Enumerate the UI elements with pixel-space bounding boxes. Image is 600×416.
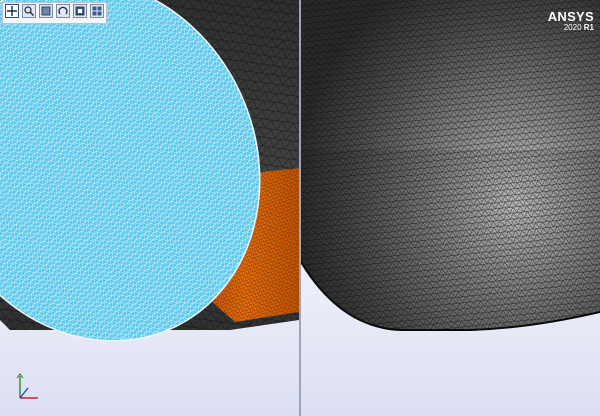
release-year: 2020	[563, 23, 582, 32]
right-graphics-viewport[interactable]: ANSYS 2020 R1	[301, 0, 600, 416]
right-mesh-scene[interactable]	[301, 0, 600, 416]
zoom-box-button[interactable]	[22, 4, 36, 18]
multi-view-button[interactable]	[90, 4, 104, 18]
pan-view-button[interactable]	[39, 4, 53, 18]
rotate-view-button[interactable]	[56, 4, 70, 18]
coordinate-triad-icon	[16, 373, 38, 399]
view-toolbar	[2, 2, 107, 24]
fit-view-button[interactable]	[5, 4, 19, 18]
multi-view-icon	[92, 6, 102, 16]
left-mesh-scene[interactable]	[0, 0, 299, 416]
wall-surface-right[interactable]	[301, 0, 600, 331]
left-graphics-viewport[interactable]	[0, 0, 299, 416]
layout-view-icon	[75, 6, 85, 16]
product-name: ANSYS	[547, 9, 594, 24]
layout-view-button[interactable]	[73, 4, 87, 18]
zoom-box-icon	[24, 6, 34, 16]
release-label: R1	[583, 23, 594, 32]
rotate-view-icon	[58, 6, 68, 15]
release-version: 2020 R1	[548, 24, 594, 32]
pan-view-icon	[41, 6, 51, 16]
fit-view-icon	[7, 6, 17, 16]
ansys-logo: ANSYS 2020 R1	[548, 10, 594, 32]
